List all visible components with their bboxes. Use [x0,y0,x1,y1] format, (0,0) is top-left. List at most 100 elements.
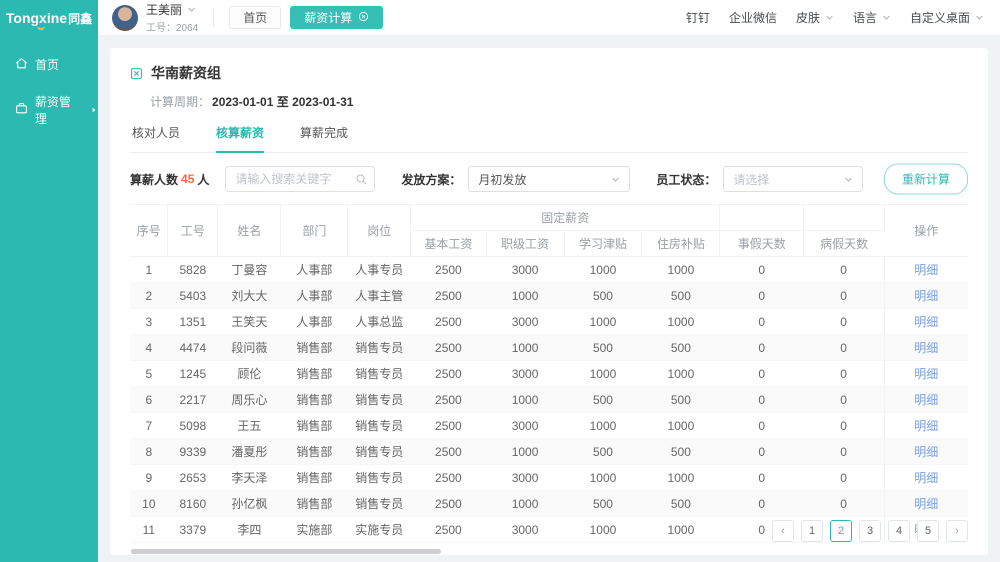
pagination-page-5[interactable]: 5 [917,520,939,542]
col-header-action: 操作 [884,205,968,257]
topbar-menu-language[interactable]: 语言 [853,9,891,26]
chevron-down-icon [844,175,853,184]
logo-smile-icon [37,26,45,30]
tab-calc-done[interactable]: 算薪完成 [300,124,348,153]
table-cell: 9339 [168,439,218,465]
table-row: 75098王五销售部销售专员250030001000100000明细 [130,413,968,439]
table-cell: 1000 [486,491,564,517]
topbar-tab-home[interactable]: 首页 [229,6,281,29]
table-cell: 0 [804,491,884,517]
status-select[interactable]: 请选择 [723,166,863,192]
table-cell: 2500 [411,491,486,517]
table-cell: 顾伦 [218,361,281,387]
table-cell: 销售专员 [348,439,411,465]
table-cell: 1000 [564,465,642,491]
table-cell: 销售专员 [348,335,411,361]
col-header-personal-leave: 事假天数 [720,231,804,257]
sidebar-item-home[interactable]: 首页 [0,46,98,83]
detail-link[interactable]: 明细 [914,471,938,485]
pagination-prev-button[interactable]: ‹ [772,520,794,542]
table-cell: 销售专员 [348,361,411,387]
table-cell: 2500 [411,335,486,361]
table-cell: 销售部 [281,439,348,465]
table-cell: 0 [804,361,884,387]
table-cell: 11 [130,517,168,543]
table-cell: 销售专员 [348,387,411,413]
detail-link[interactable]: 明细 [914,445,938,459]
detail-link[interactable]: 明细 [914,393,938,407]
detail-link[interactable]: 明细 [914,289,938,303]
tab-check-staff[interactable]: 核对人员 [132,124,180,153]
action-cell: 明细 [884,465,968,491]
search-input[interactable] [225,166,375,192]
search-icon[interactable] [355,173,367,185]
table-cell: 4474 [168,335,218,361]
col-header-study-allowance: 学习津贴 [564,231,642,257]
user-menu[interactable]: 王美丽 [146,1,198,18]
table-cell: 0 [720,491,804,517]
table-cell: 0 [804,465,884,491]
topbar-menu-dingtalk[interactable]: 钉钉 [686,9,710,26]
col-header-empty [720,205,804,231]
topbar-tab-payroll-calc[interactable]: 薪资计算 [290,6,383,29]
table-cell: 10 [130,491,168,517]
recalculate-button[interactable]: 重新计算 [884,164,968,195]
table-cell: 500 [642,283,720,309]
close-icon[interactable] [358,11,369,25]
topbar-menu-wecom[interactable]: 企业微信 [729,9,777,26]
topbar-menu-custom-desktop[interactable]: 自定义桌面 [910,9,984,26]
table-cell: 销售部 [281,491,348,517]
table-cell: 0 [804,335,884,361]
table-cell: 2500 [411,413,486,439]
plan-select[interactable]: 月初发放 [468,166,630,192]
action-cell: 明细 [884,361,968,387]
table-cell: 2500 [411,309,486,335]
tab-calc-salary[interactable]: 核算薪资 [216,124,264,153]
table-cell: 500 [642,387,720,413]
detail-link[interactable]: 明细 [914,367,938,381]
table-cell: 0 [720,439,804,465]
col-header-sick-leave: 病假天数 [804,231,884,257]
home-icon [15,57,28,73]
avatar[interactable] [112,5,138,31]
table-cell: 5098 [168,413,218,439]
table-cell: 500 [642,439,720,465]
chevron-down-icon [882,11,891,25]
sidebar-item-label: 薪资管理 [35,93,80,127]
table-cell: 销售部 [281,465,348,491]
pagination-page-1[interactable]: 1 [801,520,823,542]
table-cell: 0 [720,413,804,439]
col-header-name: 姓名 [218,205,281,257]
table-cell: 2500 [411,387,486,413]
action-cell: 明细 [884,309,968,335]
detail-link[interactable]: 明细 [914,497,938,511]
table-cell: 3000 [486,413,564,439]
chevron-down-icon [975,11,984,25]
horizontal-scrollbar[interactable] [131,549,441,554]
table-cell: 4 [130,335,168,361]
pagination-next-button[interactable]: › [946,520,968,542]
topbar-menu-label: 自定义桌面 [910,9,970,26]
col-header-post: 岗位 [348,205,411,257]
table-cell: 3000 [486,517,564,543]
logo-text: Tongxine [6,10,67,26]
table-cell: 实施部 [281,517,348,543]
pagination-page-4[interactable]: 4 [888,520,910,542]
action-cell: 明细 [884,283,968,309]
detail-link[interactable]: 明细 [914,315,938,329]
table-cell: 销售部 [281,361,348,387]
pagination-page-3[interactable]: 3 [859,520,881,542]
table-cell: 2653 [168,465,218,491]
table-cell: 7 [130,413,168,439]
detail-link[interactable]: 明细 [914,341,938,355]
payroll-icon [15,102,28,118]
table-cell: 5828 [168,257,218,283]
detail-link[interactable]: 明细 [914,263,938,277]
table-row: 89339潘夏彤销售部销售专员2500100050050000明细 [130,439,968,465]
table-cell: 500 [564,283,642,309]
detail-link[interactable]: 明细 [914,419,938,433]
table-cell: 1000 [564,361,642,387]
sidebar-item-payroll[interactable]: 薪资管理 [0,83,98,137]
topbar-menu-skin[interactable]: 皮肤 [796,9,834,26]
pagination-page-2[interactable]: 2 [830,520,852,542]
